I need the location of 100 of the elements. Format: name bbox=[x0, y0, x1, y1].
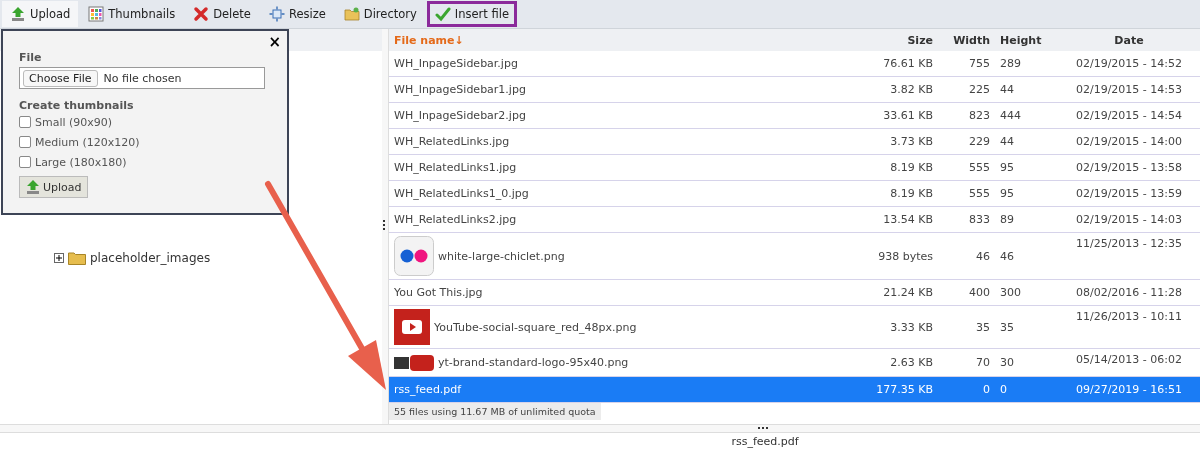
file-name: WH_InpageSidebar1.jpg bbox=[394, 83, 526, 96]
file-size: 3.33 KB bbox=[889, 320, 933, 334]
choose-file-button[interactable]: Choose File bbox=[23, 69, 98, 87]
file-date: 02/19/2015 - 13:59 bbox=[1074, 187, 1184, 200]
file-name: WH_InpageSidebar2.jpg bbox=[394, 109, 526, 122]
splitter-handle-icon[interactable] bbox=[757, 427, 768, 429]
checkbox-label: Medium (120x120) bbox=[35, 135, 140, 149]
image-width: 35 bbox=[975, 320, 990, 334]
column-header[interactable]: Width bbox=[933, 33, 990, 47]
upload-button[interactable]: Upload bbox=[19, 176, 88, 198]
image-height: 30 bbox=[999, 356, 1015, 369]
file-size: 8.19 KB bbox=[889, 161, 933, 174]
upload-icon bbox=[25, 179, 41, 195]
file-name: WH_RelatedLinks1_0.jpg bbox=[394, 187, 529, 200]
folder-icon bbox=[68, 251, 86, 265]
file-status: No file chosen bbox=[103, 71, 182, 85]
image-height: 0 bbox=[999, 383, 1008, 396]
toolbar-button[interactable]: Delete bbox=[185, 1, 259, 27]
file-date: 02/19/2015 - 14:00 bbox=[1074, 135, 1184, 148]
file-name: YouTube-social-square_red_48px.png bbox=[434, 320, 637, 334]
image-width: 833 bbox=[968, 213, 990, 226]
play-logo-icon bbox=[394, 353, 434, 372]
image-width: 0 bbox=[982, 383, 990, 396]
file-row[interactable]: rss_feed.pdf 177.35 KB 0 0 09/27/2019 - 16:51 bbox=[389, 377, 1200, 403]
file-date: 02/19/2015 - 13:58 bbox=[1074, 161, 1184, 174]
check-icon bbox=[434, 6, 451, 22]
file-row[interactable]: white-large-chiclet.png 938 bytes 46 46 11/25/2013 - 12:35 bbox=[389, 233, 1200, 280]
file-name: You Got This.jpg bbox=[394, 286, 483, 299]
file-row[interactable]: WH_RelatedLinks1_0.jpg 8.19 KB 555 95 02/19/2015 - 13:59 bbox=[389, 181, 1200, 207]
play-icon bbox=[394, 309, 430, 345]
toolbar-button[interactable]: Insert file bbox=[426, 1, 517, 27]
delete-icon bbox=[193, 6, 210, 22]
toolbar-button[interactable]: Upload bbox=[2, 1, 79, 27]
column-header[interactable]: Date bbox=[1058, 33, 1200, 47]
image-width: 70 bbox=[975, 356, 990, 369]
image-width: 46 bbox=[975, 249, 990, 263]
file-size: 13.54 KB bbox=[882, 213, 933, 226]
toolbar-button[interactable]: Thumbnails bbox=[80, 1, 184, 27]
image-width: 229 bbox=[968, 135, 990, 148]
file-date: 02/19/2015 - 14:54 bbox=[1074, 109, 1184, 122]
folder-name[interactable]: placeholder_images bbox=[90, 251, 211, 265]
file-row[interactable]: YouTube-social-square_red_48px.png 3.33 KB 35 35 11/26/2013 - 10:11 bbox=[389, 306, 1200, 349]
file-row[interactable]: WH_RelatedLinks.jpg 3.73 KB 229 44 02/19/2015 - 14:00 bbox=[389, 129, 1200, 155]
file-date: 08/02/2016 - 11:28 bbox=[1074, 286, 1184, 299]
file-date: 09/27/2019 - 16:51 bbox=[1074, 383, 1184, 396]
checkbox[interactable] bbox=[19, 136, 31, 148]
file-name: WH_InpageSidebar.jpg bbox=[394, 57, 518, 70]
file-date: 02/19/2015 - 14:53 bbox=[1074, 83, 1184, 96]
file-row[interactable]: WH_InpageSidebar2.jpg 33.61 KB 823 444 02/19/2015 - 14:54 bbox=[389, 103, 1200, 129]
expand-icon[interactable] bbox=[54, 253, 64, 263]
image-height: 89 bbox=[999, 213, 1015, 226]
file-name: white-large-chiclet.png bbox=[438, 249, 565, 263]
file-name: WH_RelatedLinks1.jpg bbox=[394, 161, 517, 174]
image-height: 95 bbox=[999, 187, 1015, 200]
image-width: 555 bbox=[968, 187, 990, 200]
splitter-handle-icon[interactable] bbox=[383, 219, 385, 230]
column-header[interactable]: Size bbox=[803, 33, 933, 47]
file-date: 11/25/2013 - 12:35 bbox=[1074, 236, 1184, 250]
selected-file-name: rss_feed.pdf bbox=[731, 435, 799, 448]
image-height: 289 bbox=[999, 57, 1022, 70]
file-size: 33.61 KB bbox=[882, 109, 933, 122]
toolbar-button[interactable]: Resize bbox=[260, 1, 334, 27]
grid-icon bbox=[88, 6, 105, 22]
quota-info: 55 files using 11.67 MB of unlimited quota bbox=[389, 403, 601, 420]
column-header[interactable]: Height bbox=[990, 33, 1058, 47]
file-size: 3.73 KB bbox=[889, 135, 933, 148]
section-label: Create thumbnails bbox=[19, 99, 135, 112]
file-name: rss_feed.pdf bbox=[394, 383, 462, 396]
two-dots-icon bbox=[394, 236, 434, 276]
file-date: 05/14/2013 - 06:02 bbox=[1074, 352, 1184, 366]
file-row[interactable]: WH_InpageSidebar.jpg 76.61 KB 755 289 02/19/2015 - 14:52 bbox=[389, 51, 1200, 77]
field-label: File bbox=[19, 51, 43, 64]
image-width: 755 bbox=[968, 57, 990, 70]
file-size: 3.82 KB bbox=[889, 83, 933, 96]
checkbox[interactable] bbox=[19, 116, 31, 128]
image-width: 400 bbox=[968, 286, 990, 299]
file-row[interactable]: WH_InpageSidebar1.jpg 3.82 KB 225 44 02/19/2015 - 14:53 bbox=[389, 77, 1200, 103]
file-row[interactable]: WH_RelatedLinks1.jpg 8.19 KB 555 95 02/19/2015 - 13:58 bbox=[389, 155, 1200, 181]
upload-icon bbox=[10, 6, 26, 22]
file-input[interactable]: Choose File No file chosen bbox=[19, 67, 265, 89]
image-height: 46 bbox=[999, 249, 1015, 263]
file-row[interactable]: WH_RelatedLinks2.jpg 13.54 KB 833 89 02/19/2015 - 14:03 bbox=[389, 207, 1200, 233]
file-size: 76.61 KB bbox=[882, 57, 933, 70]
close-button[interactable]: × bbox=[268, 33, 281, 51]
resize-icon bbox=[268, 6, 285, 22]
file-name: WH_RelatedLinks.jpg bbox=[394, 135, 510, 148]
image-height: 444 bbox=[999, 109, 1022, 122]
file-size: 938 bytes bbox=[877, 249, 933, 263]
file-row[interactable]: You Got This.jpg 21.24 KB 400 300 08/02/2016 - 11:28 bbox=[389, 280, 1200, 306]
file-date: 02/19/2015 - 14:03 bbox=[1074, 213, 1184, 226]
file-date: 11/26/2013 - 10:11 bbox=[1074, 309, 1184, 323]
image-height: 44 bbox=[999, 135, 1015, 148]
image-height: 95 bbox=[999, 161, 1015, 174]
toolbar-button[interactable]: Directory bbox=[335, 1, 425, 27]
file-size: 21.24 KB bbox=[882, 286, 933, 299]
checkbox[interactable] bbox=[19, 156, 31, 168]
file-size: 177.35 KB bbox=[875, 383, 933, 396]
image-height: 35 bbox=[999, 320, 1015, 334]
file-size: 8.19 KB bbox=[889, 187, 933, 200]
image-width: 555 bbox=[968, 161, 990, 174]
